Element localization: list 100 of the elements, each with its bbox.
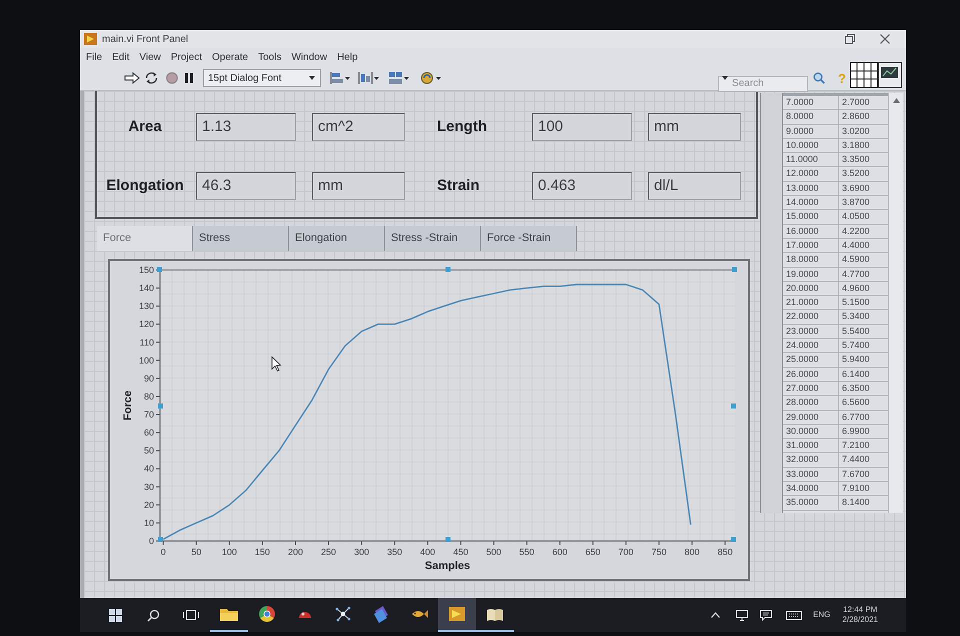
resize-handle-icon[interactable] <box>158 404 163 408</box>
restore-icon[interactable] <box>845 34 855 44</box>
vi-icon[interactable] <box>878 62 902 88</box>
table-cell-text: 4.5900 <box>841 253 871 266</box>
table-cell: 16.0000 <box>783 224 839 238</box>
search-scope-caret-icon[interactable] <box>722 76 728 80</box>
run-arrow-icon[interactable] <box>124 72 140 84</box>
run-continuously-icon[interactable] <box>144 71 159 85</box>
clock-time[interactable]: 12:44 PM <box>843 605 878 615</box>
table-cell-text: 3.5200 <box>841 167 871 180</box>
unit-display: mm <box>648 113 741 141</box>
table-cell-text: 7.6700 <box>841 468 871 481</box>
resize-handle-icon[interactable] <box>446 537 450 542</box>
axis-tick-label: 50 <box>191 547 202 557</box>
value-display: 1.13 <box>196 113 296 141</box>
fish-icon[interactable] <box>410 608 428 620</box>
axis-tick-label: 100 <box>138 355 154 366</box>
unit-display: mm <box>312 172 405 200</box>
search-icon[interactable] <box>146 608 160 622</box>
table-cell-text: 3.3500 <box>841 153 871 166</box>
table-cell-text: 3.1800 <box>841 138 871 152</box>
menu-item[interactable]: Help <box>337 50 358 64</box>
clock-date[interactable]: 2/28/2021 <box>842 615 878 625</box>
tab[interactable]: Stress <box>193 226 289 251</box>
table-cell: 35.0000 <box>783 496 839 510</box>
menu-item[interactable]: View <box>139 50 161 64</box>
task-view-icon[interactable] <box>183 609 199 621</box>
tab[interactable]: Force -Strain <box>481 226 577 251</box>
language-indicator[interactable]: ENG <box>813 609 830 621</box>
search-field[interactable]: Search <box>718 76 808 92</box>
unit-display: dl/L <box>648 172 741 200</box>
field-label: Strain <box>437 176 481 196</box>
table-cell-text: 5.3400 <box>841 310 871 324</box>
resize-handle-icon[interactable] <box>732 267 737 272</box>
table-cell: 28.0000 <box>783 396 839 410</box>
table-cell: 7.0000 <box>783 96 839 110</box>
table-cell-text: 5.5400 <box>841 324 871 338</box>
table-cell-text: 3.6900 <box>841 182 871 195</box>
folder-icon[interactable] <box>220 607 238 621</box>
close-icon[interactable] <box>880 34 890 44</box>
table-cell-text: 5.9400 <box>841 353 871 366</box>
scatter-nodes-icon[interactable] <box>335 606 351 622</box>
resize-handle-icon[interactable] <box>158 537 163 542</box>
axis-tick-label: 90 <box>144 373 154 384</box>
value-display: 0.463 <box>532 172 632 200</box>
resize-handle-icon[interactable] <box>157 267 162 272</box>
resize-objects-icon[interactable] <box>388 71 410 85</box>
align-objects-icon[interactable] <box>329 71 351 85</box>
table-cell-text: 6.9900 <box>841 424 871 438</box>
table-cell-text: 6.5600 <box>841 396 871 410</box>
taskbar-button[interactable] <box>438 598 476 632</box>
table-cell-text: 5.7400 <box>841 339 871 352</box>
font-dropdown[interactable]: 15pt Dialog Font <box>203 69 321 87</box>
table-cell: 34.0000 <box>783 482 839 496</box>
scroll-up-arrow-icon[interactable] <box>892 98 900 103</box>
resize-handle-icon[interactable] <box>731 537 736 542</box>
windows-logo-icon[interactable] <box>108 608 122 622</box>
open-book-icon[interactable] <box>486 608 504 620</box>
axis-tick-label: 30 <box>144 482 154 492</box>
connector-pane-icon[interactable] <box>850 62 878 88</box>
value-display: 46.3 <box>196 172 296 200</box>
keyboard-icon[interactable] <box>786 610 802 620</box>
table-cell: 31.0000 <box>783 439 839 452</box>
table-cell: 11.0000 <box>783 153 839 166</box>
arrow-tile-icon[interactable] <box>449 607 465 621</box>
axis-tick-label: 750 <box>651 547 666 557</box>
resize-handle-icon[interactable] <box>446 267 450 272</box>
tab[interactable]: Elongation <box>289 226 385 251</box>
stacked-cards-icon[interactable] <box>373 605 389 623</box>
axis-tick-label: 110 <box>140 337 154 348</box>
axis-tick-label: 70 <box>144 410 154 420</box>
table-cell: 8.0000 <box>783 110 839 124</box>
menu-item[interactable]: File <box>86 50 102 64</box>
axis-tick-label: 0 <box>148 536 154 546</box>
reorder-icon[interactable] <box>420 71 442 85</box>
menu-item[interactable]: Edit <box>112 50 130 64</box>
axis-tick-label: 400 <box>420 547 436 557</box>
table-cell: 20.0000 <box>783 282 839 296</box>
axis-tick-label: 130 <box>138 301 154 312</box>
pause-icon[interactable] <box>185 73 193 83</box>
abort-icon[interactable] <box>166 72 178 84</box>
menu-item[interactable]: Tools <box>258 50 282 64</box>
vertical-scrollbar[interactable] <box>888 93 903 513</box>
table-cell: 32.0000 <box>783 453 839 467</box>
menu-item[interactable]: Project <box>170 50 202 64</box>
menu-item[interactable]: Window <box>291 50 328 64</box>
tab[interactable]: Stress -Strain <box>385 226 481 251</box>
segmented-circle-icon[interactable] <box>259 606 275 622</box>
distribute-objects-icon[interactable] <box>358 71 380 85</box>
table-cell-text: 8.1400 <box>841 496 871 510</box>
message-icon[interactable] <box>760 610 772 620</box>
caret-up-icon[interactable] <box>711 612 720 618</box>
table-cell: 10.0000 <box>783 138 839 152</box>
caret-down-icon[interactable] <box>309 76 315 80</box>
table-cell-text: 2.8600 <box>841 110 871 124</box>
monitor-icon[interactable] <box>736 610 748 620</box>
axis-tick-label: 850 <box>718 547 733 557</box>
tab[interactable]: Force <box>97 226 193 251</box>
menu-item[interactable]: Operate <box>212 50 248 64</box>
resize-handle-icon[interactable] <box>731 404 736 408</box>
